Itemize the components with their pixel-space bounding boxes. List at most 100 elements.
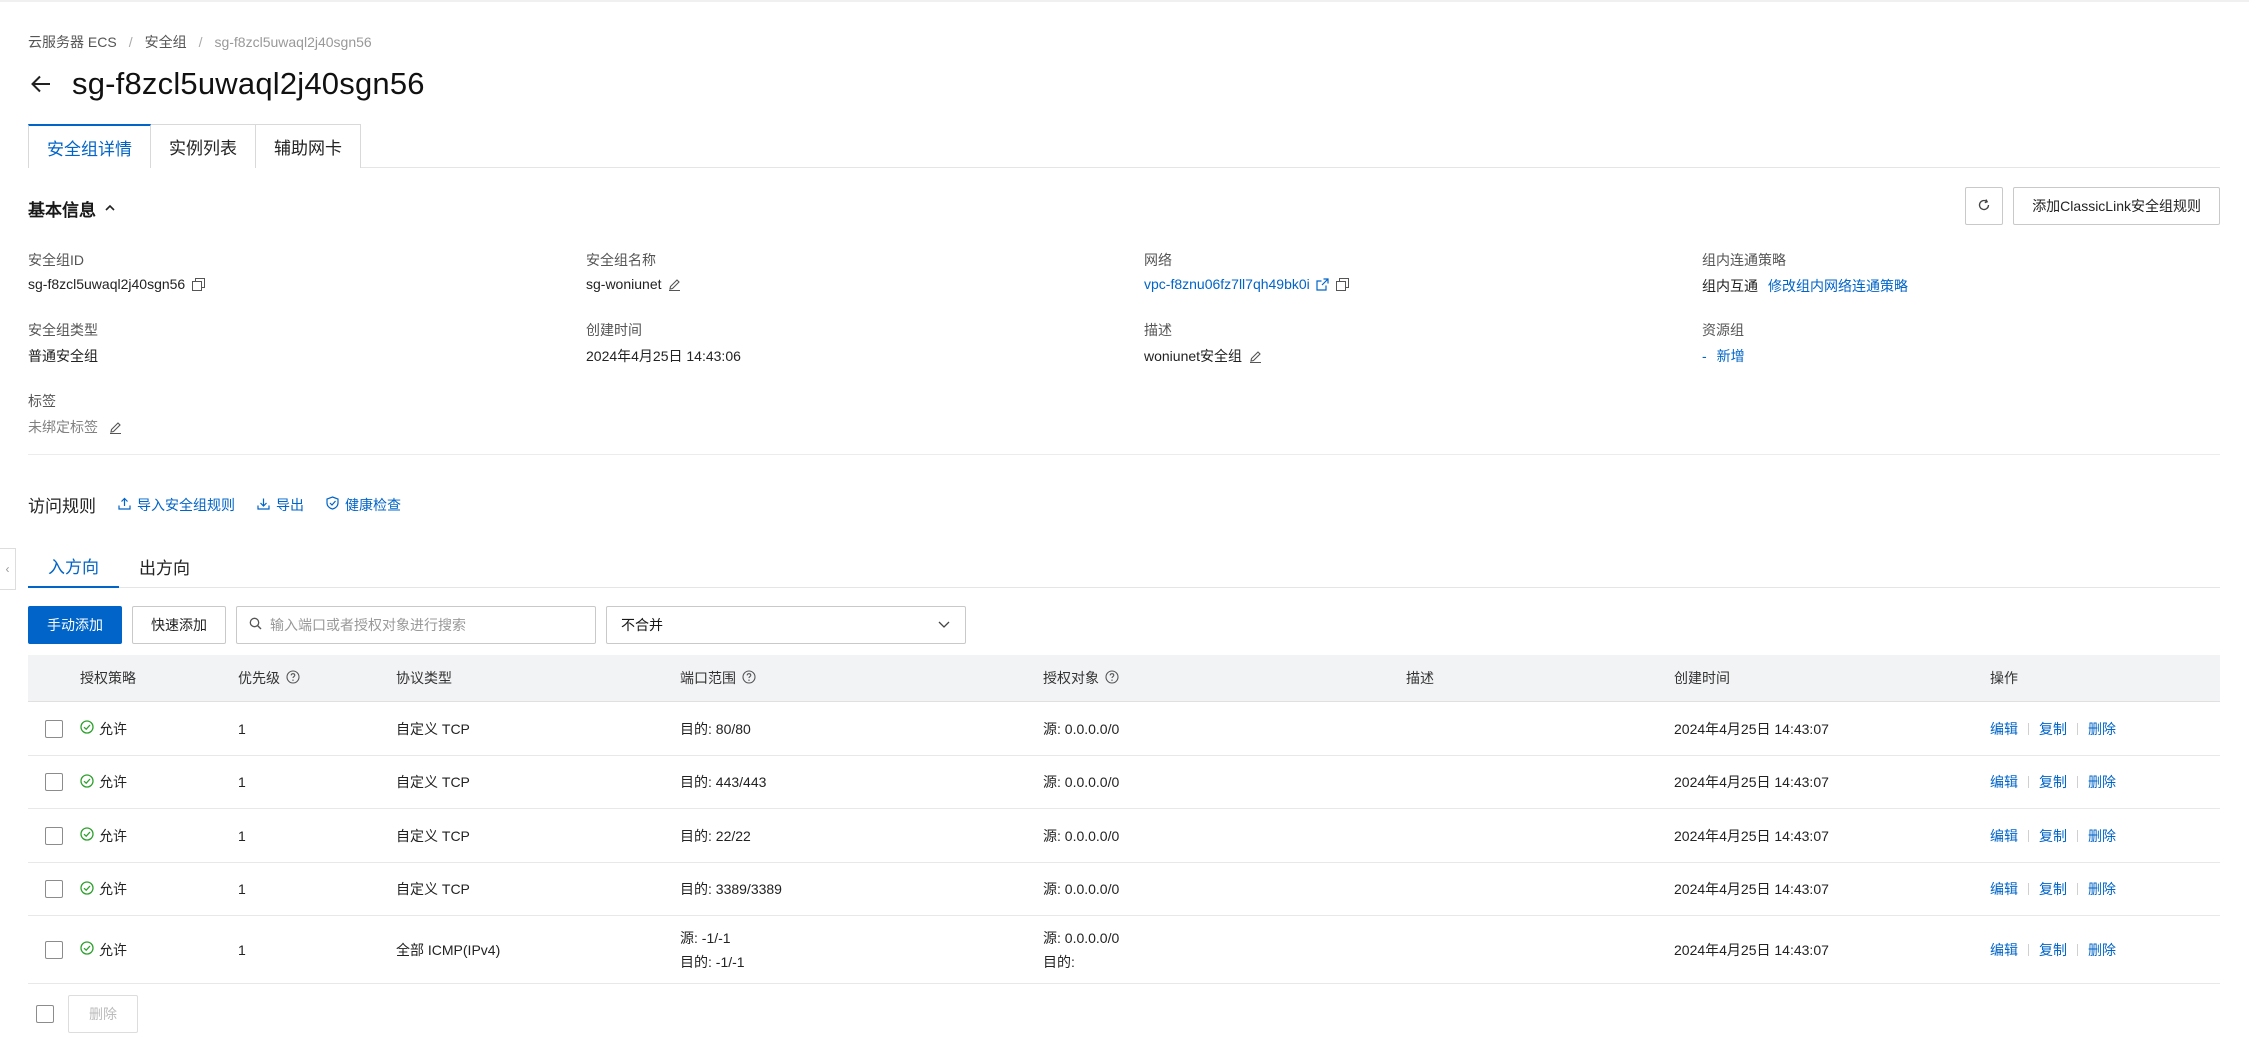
copy-icon[interactable]: [191, 277, 205, 291]
edit-link[interactable]: 编辑: [1990, 940, 2018, 960]
edit-link[interactable]: 编辑: [1990, 772, 2018, 792]
copy-link[interactable]: 复制: [2039, 879, 2067, 899]
rule-search-input[interactable]: [270, 617, 570, 633]
field-label: 描述: [1144, 322, 1172, 338]
tab-instance-list[interactable]: 实例列表: [150, 124, 256, 168]
add-classiclink-rule-button[interactable]: 添加ClassicLink安全组规则: [2013, 187, 2220, 225]
row-checkbox[interactable]: [45, 880, 63, 898]
access-rules-header: 访问规则 导入安全组规则 导出 健康检查: [28, 492, 401, 517]
ops-separator: [2028, 722, 2029, 735]
copy-link[interactable]: 复制: [2039, 826, 2067, 846]
column-header-created: 创建时间: [1674, 670, 1730, 686]
check-circle-icon: [80, 720, 94, 737]
field-intra-policy: 组内连通策略 组内互通 修改组内网络连通策略: [1702, 250, 2242, 296]
edit-icon[interactable]: [668, 277, 682, 291]
merge-select-value: 不合并: [621, 617, 663, 633]
sg-name-value: sg-woniunet: [586, 276, 662, 292]
intra-policy-value: 组内互通: [1702, 278, 1758, 294]
title-row: sg-f8zcl5uwaql2j40sgn56: [28, 66, 425, 102]
field-network: 网络 vpc-f8znu06fz7ll7qh49bk0i: [1144, 250, 1684, 292]
quick-add-button[interactable]: 快速添加: [132, 606, 226, 644]
table-row: 允许 1 自定义 TCP 目的: 22/22 源: 0.0.0.0/0 2024…: [28, 809, 2220, 863]
add-resource-group-link[interactable]: 新增: [1717, 346, 1745, 366]
column-header-auth-object: 授权对象: [1043, 668, 1406, 688]
priority-value: 1: [238, 881, 246, 897]
ops-separator: [2028, 883, 2029, 895]
access-rules-title: 访问规则: [28, 497, 96, 516]
basic-info-actions: 添加ClassicLink安全组规则: [1965, 187, 2220, 225]
breadcrumb-item-ecs[interactable]: 云服务器 ECS: [28, 32, 117, 52]
delete-link[interactable]: 删除: [2088, 826, 2116, 846]
tab-security-group-details[interactable]: 安全组详情: [28, 124, 151, 169]
row-checkbox[interactable]: [45, 773, 63, 791]
port-value-secondary: 目的: -1/-1: [680, 953, 745, 970]
top-border: [0, 0, 2249, 2]
basic-info-toggle[interactable]: 基本信息: [28, 196, 116, 221]
breadcrumb: 云服务器 ECS / 安全组 / sg-f8zcl5uwaql2j40sgn56: [28, 32, 372, 52]
select-all-checkbox[interactable]: [36, 1005, 54, 1023]
back-arrow-icon[interactable]: [28, 71, 54, 97]
ops-separator: [2077, 883, 2078, 895]
vpc-link[interactable]: vpc-f8znu06fz7ll7qh49bk0i: [1144, 276, 1310, 292]
edit-link[interactable]: 编辑: [1990, 879, 2018, 899]
main-tabs: 安全组详情 实例列表 辅助网卡: [28, 124, 2220, 169]
auth-header-label: 授权对象: [1043, 670, 1099, 686]
copy-link[interactable]: 复制: [2039, 719, 2067, 739]
tab-inbound[interactable]: 入方向: [28, 544, 119, 588]
help-icon[interactable]: [1105, 669, 1119, 687]
tab-secondary-eni[interactable]: 辅助网卡: [255, 124, 361, 168]
merge-select[interactable]: 不合并: [606, 606, 966, 644]
breadcrumb-item-current: sg-f8zcl5uwaql2j40sgn56: [214, 34, 372, 50]
edit-link[interactable]: 编辑: [1990, 826, 2018, 846]
ops-separator: [2077, 722, 2078, 735]
rules-toolbar: 手动添加 快速添加 不合并: [28, 606, 966, 644]
field-label: 网络: [1144, 252, 1172, 268]
import-rules-link[interactable]: 导入安全组规则: [118, 495, 235, 515]
row-checkbox[interactable]: [45, 719, 63, 738]
sg-id-value: sg-f8zcl5uwaql2j40sgn56: [28, 276, 186, 292]
refresh-icon: [1977, 198, 1991, 215]
resource-group-value: -: [1702, 348, 1707, 364]
copy-icon[interactable]: [1336, 277, 1350, 291]
field-label: 安全组名称: [586, 252, 656, 268]
column-header-policy: 授权策略: [80, 670, 136, 686]
help-icon[interactable]: [286, 669, 300, 687]
ops-separator: [2077, 776, 2078, 788]
tab-outbound[interactable]: 出方向: [119, 544, 210, 588]
delete-link[interactable]: 删除: [2088, 879, 2116, 899]
manual-add-button[interactable]: 手动添加: [28, 606, 122, 644]
breadcrumb-item-security-group[interactable]: 安全组: [145, 32, 187, 52]
priority-value: 1: [238, 941, 246, 958]
edit-icon[interactable]: [108, 420, 122, 434]
table-footer: 删除: [28, 995, 138, 1033]
delete-link[interactable]: 删除: [2088, 719, 2116, 739]
auth-value: 源: 0.0.0.0/0: [1043, 720, 1120, 737]
created-time-value: 2024年4月25日 14:43:07: [1674, 827, 1829, 844]
sidebar-collapse-handle[interactable]: ‹: [0, 548, 16, 590]
row-checkbox[interactable]: [45, 826, 63, 845]
delete-link[interactable]: 删除: [2088, 772, 2116, 792]
copy-link[interactable]: 复制: [2039, 772, 2067, 792]
refresh-button[interactable]: [1965, 187, 2004, 225]
modify-intra-policy-link[interactable]: 修改组内网络连通策略: [1768, 276, 1908, 296]
bulk-delete-button[interactable]: 删除: [68, 995, 138, 1033]
copy-link[interactable]: 复制: [2039, 940, 2067, 960]
port-value: 目的: 22/22: [680, 827, 751, 844]
export-link[interactable]: 导出: [257, 495, 304, 515]
health-check-link[interactable]: 健康检查: [326, 495, 401, 515]
row-checkbox[interactable]: [45, 940, 63, 959]
edit-icon[interactable]: [1248, 349, 1262, 363]
delete-link[interactable]: 删除: [2088, 940, 2116, 960]
protocol-value: 自定义 TCP: [396, 720, 470, 737]
edit-link[interactable]: 编辑: [1990, 719, 2018, 739]
help-icon[interactable]: [742, 669, 756, 687]
policy-value: 允许: [99, 827, 127, 844]
priority-value: 1: [238, 774, 246, 790]
field-label: 资源组: [1702, 322, 1744, 338]
ops-separator: [2028, 943, 2029, 956]
export-label: 导出: [276, 496, 304, 513]
breadcrumb-separator: /: [128, 34, 133, 50]
external-link-icon[interactable]: [1316, 277, 1330, 291]
download-icon: [257, 497, 270, 513]
direction-tabs: 入方向 出方向: [28, 544, 2220, 588]
